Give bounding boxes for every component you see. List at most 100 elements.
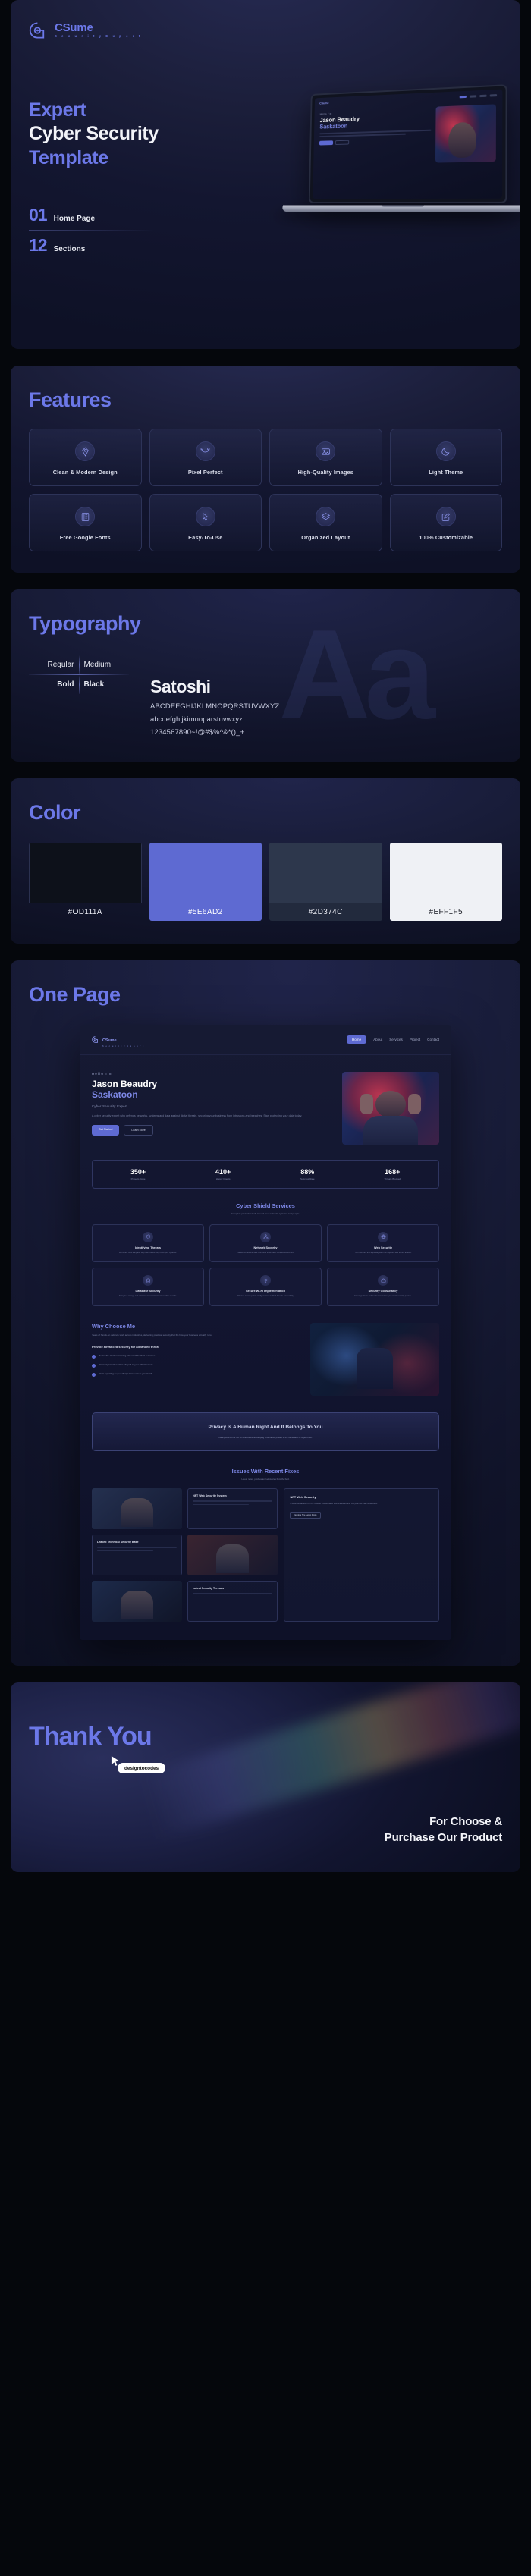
feature-label: Light Theme [395,469,498,476]
presentation-page: CSume S e c u r i t y E x p e r t Expert… [0,0,531,1872]
color-swatch[interactable]: #5E6AD2 [149,843,262,921]
feature-label: 100% Customizable [395,534,498,541]
service-card[interactable]: Network Security Hardened networks and m… [209,1224,322,1263]
blog-sidebar-tag[interactable]: Explore The Latest Posts [290,1512,321,1519]
color-swatch[interactable]: #2D374C [269,843,382,921]
nav-item-about[interactable]: About [373,1038,382,1041]
blog-sidebar-title: NFT Web Security [290,1495,433,1499]
feature-card[interactable]: High-Quality Images [269,429,382,486]
blog-header: Issues With Recent Fixes Latest notes, p… [92,1468,439,1481]
designtocodes-badge[interactable]: designtocodes [118,1763,165,1773]
font-specimen: Satoshi ABCDEFGHIJKLMNOPQRSTUVWXYZ abcde… [150,636,502,736]
feature-card[interactable]: Pixel Perfect [149,429,262,486]
services-title: Cyber Shield Services [110,1202,421,1209]
nav-item-project[interactable]: Project [410,1038,420,1041]
vector-nodes-icon [196,441,215,461]
mock-nav-links [460,94,497,98]
nav-item-home[interactable]: Home [347,1035,366,1044]
feature-card[interactable]: Light Theme [390,429,503,486]
specimen-uppercase: ABCDEFGHIJKLMNOPQRSTUVWXYZ [150,702,502,710]
learn-more-button[interactable]: Learn More [124,1125,152,1136]
meta-row: 01 Home Page [29,200,155,230]
service-card[interactable]: Secure Wi-Fi Implementation Wireless acc… [209,1268,322,1306]
blog-thumbnail[interactable] [92,1488,182,1529]
service-title: Secure Wi-Fi Implementation [215,1290,316,1293]
feature-label: Free Google Fonts [34,534,137,541]
blog-title: Issues With Recent Fixes [92,1468,439,1475]
weights-row: Bold Black [29,675,129,694]
mock-buttons [319,137,431,145]
footer-line-2: Purchase Our Product [385,1830,502,1846]
service-card[interactable]: Database Security Encrypted storage and … [92,1268,204,1306]
preview-logo-name: CSume [102,1038,117,1043]
mock-nav-item [470,95,476,97]
preview-logo[interactable]: CSume S e c u r i t y E x p e r t [92,1032,144,1048]
nav-item-services[interactable]: Services [389,1038,403,1041]
why-bullet: Tailored protection plans shaped to your… [92,1363,301,1368]
service-desc: Expert guidance and audits that mature y… [332,1295,434,1299]
preview-services-header: Cyber Shield Services Complete protectio… [80,1202,451,1217]
service-desc: We detect risks early and stop them befo… [97,1252,199,1255]
weight-black: Black [80,675,130,694]
service-card[interactable]: Web Security Your websites and apps stay… [327,1224,439,1263]
pen-tool-icon [75,441,95,461]
service-desc: Hardened networks and monitored traffic … [215,1252,316,1255]
thank-you-section: Thank You designtocodes For Choose & Pur… [11,1682,520,1872]
why-desc: Years of hands-on defence work across in… [92,1334,301,1338]
swatch-chip [390,843,503,903]
feature-card[interactable]: Free Google Fonts [29,494,142,551]
laptop-lid: CSume Hello I'm Jason Beaudry Saskatoon [309,84,507,203]
image-icon [316,441,335,461]
moon-icon [436,441,456,461]
laptop-mockup: CSume Hello I'm Jason Beaudry Saskatoon [282,88,520,213]
meta-number: 01 [29,205,47,225]
preview-cta-group: Get Started Learn More [92,1125,331,1136]
why-image [310,1323,439,1396]
blog-desc: Latest notes, patches and advisories fro… [92,1478,439,1481]
swatch-chip [29,843,142,903]
shield-search-icon [143,1232,153,1242]
stat-label: Threats Blocked [384,1177,401,1180]
feature-label: High-Quality Images [275,469,377,476]
service-title: Web Security [332,1246,434,1249]
weight-bold: Bold [29,675,79,694]
blog-thumbnail[interactable] [187,1535,278,1575]
color-swatch[interactable]: #OD111A [29,843,142,921]
service-desc: Your websites and apps stay safe from in… [332,1252,434,1255]
service-card[interactable]: Identifying Threats We detect risks earl… [92,1224,204,1263]
bullet-dot-icon [92,1364,96,1368]
database-icon [143,1275,153,1286]
blog-post-card[interactable]: Latest Security Threads [187,1581,278,1622]
why-bullet: Clear reporting so you always know where… [92,1372,301,1377]
blog-thumbnail[interactable] [92,1581,182,1622]
meta-label: Sections [54,245,86,253]
hero-section: CSume S e c u r i t y E x p e r t Expert… [11,0,520,349]
swatch-hex: #2D374C [269,903,382,921]
feature-card[interactable]: Clean & Modern Design [29,429,142,486]
footer-line-1: For Choose & [385,1814,502,1830]
get-started-button[interactable]: Get Started [92,1125,119,1136]
color-section: Color #OD111A #5E6AD2 #2D374C #EFF1F5 [11,778,520,944]
specimen-numerals: 1234567890~!@#$%^&*()_+ [150,727,502,736]
swatch-chip [269,843,382,903]
blog-sidebar-meta: A short breakdown of the newest marketpl… [290,1502,433,1506]
feature-card[interactable]: Easy-To-Use [149,494,262,551]
swatch-hex: #5E6AD2 [149,903,262,921]
thank-you-title: Thank You [29,1722,152,1751]
service-card[interactable]: Security Consultancy Expert guidance and… [327,1268,439,1306]
blog-post-card[interactable]: NFT Web Security System [187,1488,278,1529]
typography-title: Typography [29,612,502,636]
feature-card[interactable]: Organized Layout [269,494,382,551]
why-bullet-text: Round the clock monitoring with rapid in… [99,1354,156,1359]
nav-item-contact[interactable]: Contact [427,1038,439,1041]
blog-sidebar-card[interactable]: NFT Web Security A short breakdown of th… [284,1488,439,1622]
onepage-section: One Page CSume S e c u r i t y E x p e r… [11,960,520,1666]
why-subtitle: Provide advanced security for advanced t… [92,1345,301,1349]
color-swatch[interactable]: #EFF1F5 [390,843,503,921]
blog-post-card[interactable]: Leaked Technical Security Base [92,1535,182,1575]
globe-icon [378,1232,388,1242]
service-desc: Wireless access points configured and au… [215,1295,316,1299]
feature-card[interactable]: 100% Customizable [390,494,503,551]
features-section: Features Clean & Modern Design Pixel Per… [11,366,520,573]
onepage-title: One Page [29,983,502,1007]
